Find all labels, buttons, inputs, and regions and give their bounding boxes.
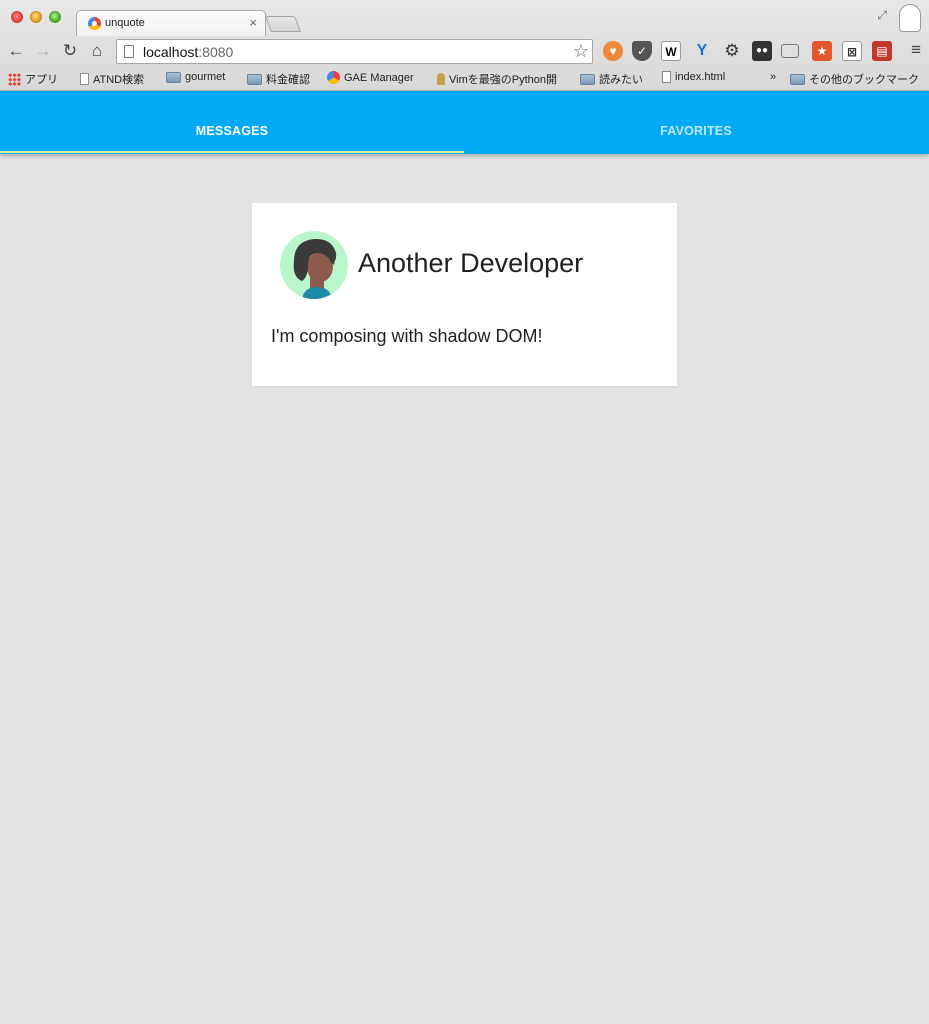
bookmark-label: その他のブックマーク	[809, 74, 919, 86]
browser-tab[interactable]: unquote ×	[76, 10, 266, 36]
folder-icon	[580, 73, 595, 85]
extension-glasses-icon[interactable]: ●●	[752, 41, 772, 61]
app-tab-bar: MESSAGES FAVORITES	[0, 91, 929, 154]
profile-avatar-icon[interactable]	[899, 4, 921, 32]
message-text: I'm composing with shadow DOM!	[271, 326, 543, 346]
browser-toolbar: ← → ↻ ⌂ localhost:8080 ☆ ♥ ✓ W Y ⚙ ●● ★ …	[0, 37, 929, 67]
tab-messages[interactable]: MESSAGES	[0, 91, 464, 154]
forward-arrow-icon[interactable]: →	[33, 41, 53, 61]
zoom-window-button[interactable]	[49, 11, 61, 23]
address-bar[interactable]: localhost:8080 ☆	[116, 39, 593, 64]
overflow-label: »	[770, 71, 777, 83]
bookmark-label: 料金確認	[266, 74, 310, 86]
bookmark-label: index.html	[675, 71, 726, 83]
tab-title: unquote	[105, 17, 145, 29]
extension-red-icon[interactable]: ★	[812, 41, 832, 61]
python-icon	[437, 73, 445, 85]
bookmark-label: ATND検索	[93, 74, 145, 86]
bookmark-label: gourmet	[185, 71, 226, 83]
developer-avatar-icon	[293, 238, 337, 299]
url-text: localhost:8080	[143, 44, 233, 60]
tab-strip: unquote × ⤢	[0, 0, 929, 36]
bookmark-item[interactable]: GAE Manager	[327, 71, 414, 84]
home-icon[interactable]: ⌂	[87, 41, 107, 61]
bookmark-label: アプリ	[25, 74, 58, 86]
apps-icon	[8, 72, 21, 86]
tab-favorites[interactable]: FAVORITES	[464, 91, 928, 154]
extension-orange-icon[interactable]: ▤	[872, 41, 892, 61]
reload-icon[interactable]: ↻	[60, 41, 80, 61]
folder-icon	[790, 73, 805, 85]
bookmark-item[interactable]: その他のブックマーク	[790, 71, 919, 87]
menu-icon[interactable]: ≡	[911, 40, 921, 60]
author-name: Another Developer	[358, 248, 584, 278]
tab-close-icon[interactable]: ×	[249, 15, 257, 30]
extension-w-icon[interactable]: W	[661, 41, 681, 61]
new-tab-button[interactable]	[265, 16, 301, 32]
url-port: :8080	[198, 44, 234, 60]
back-arrow-icon[interactable]: ←	[6, 41, 26, 61]
bookmark-item[interactable]: gourmet	[166, 71, 225, 83]
pocket-icon[interactable]: ✓	[632, 41, 652, 61]
bookmark-label: 読みたい	[599, 74, 643, 86]
message-card: Another Developer I'm composing with sha…	[252, 203, 677, 386]
close-window-button[interactable]	[11, 11, 23, 23]
extension-shield-icon[interactable]: ♥	[603, 41, 623, 61]
page-icon	[662, 71, 671, 83]
page-icon	[80, 73, 89, 85]
folder-icon	[247, 73, 262, 85]
cast-icon[interactable]	[781, 44, 799, 58]
bookmark-item[interactable]: index.html	[662, 71, 725, 83]
page-icon	[124, 45, 134, 58]
browser-chrome: unquote × ⤢ ← → ↻ ⌂ localhost:8080 ☆ ♥ ✓…	[0, 0, 929, 91]
fullscreen-icon[interactable]: ⤢	[877, 8, 887, 23]
bookmark-label: GAE Manager	[344, 71, 414, 84]
bookmark-item[interactable]: ATND検索	[80, 71, 144, 87]
bookmark-item[interactable]: 料金確認	[247, 71, 310, 87]
selected-tab-indicator	[0, 151, 464, 153]
folder-icon	[166, 71, 181, 83]
bookmark-item[interactable]: 読みたい	[580, 71, 643, 87]
url-host: localhost	[143, 44, 199, 60]
gear-icon[interactable]: ⚙	[722, 41, 742, 61]
bookmarks-overflow-button[interactable]: »	[770, 71, 776, 83]
bookmark-label: Vimを最強のPython開	[449, 74, 557, 86]
extension-box-icon[interactable]: ⊠	[842, 41, 862, 61]
extension-y-icon[interactable]: Y	[692, 41, 712, 61]
avatar	[280, 231, 348, 299]
favicon-icon	[88, 17, 101, 30]
minimize-window-button[interactable]	[30, 11, 42, 23]
bookmark-item[interactable]: Vimを最強のPython開	[437, 71, 567, 87]
bookmark-star-icon[interactable]: ☆	[573, 41, 589, 62]
gae-icon	[327, 71, 340, 84]
bookmarks-bar: アプリ ATND検索 gourmet 料金確認 GAE Manager Vimを…	[0, 67, 929, 89]
bookmark-item[interactable]: アプリ	[8, 71, 58, 87]
